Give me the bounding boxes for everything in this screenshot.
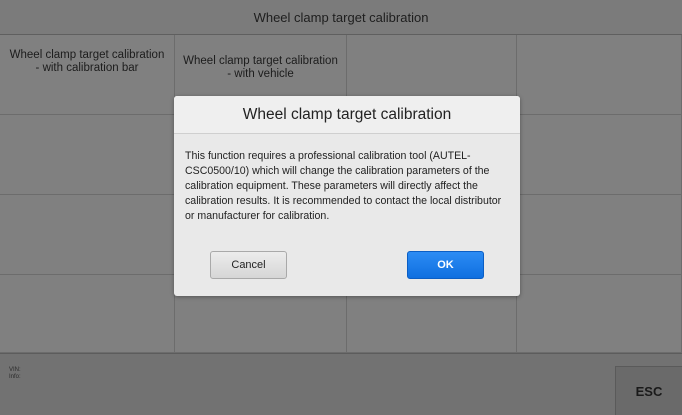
ok-button[interactable]: OK	[407, 251, 484, 279]
cancel-button-label: Cancel	[231, 259, 266, 271]
status-footer: VIN: Info: ESC	[0, 353, 682, 415]
dialog-title: Wheel clamp target calibration	[174, 96, 520, 134]
menu-item-label: Wheel clamp target calibration - with ca…	[9, 49, 165, 74]
screen-title: Wheel clamp target calibration	[253, 9, 429, 25]
esc-button-label: ESC	[635, 383, 663, 399]
screen-title-bar: Wheel clamp target calibration	[0, 0, 682, 35]
menu-cell-empty	[0, 275, 175, 353]
menu-cell-empty	[517, 115, 682, 195]
menu-item-calibration-bar[interactable]: Wheel clamp target calibration - with ca…	[0, 35, 175, 115]
dialog-message: This function requires a professional ca…	[185, 150, 502, 222]
menu-item-label: Wheel clamp target calibration - with ve…	[183, 55, 338, 80]
cancel-button[interactable]: Cancel	[210, 251, 287, 279]
info-label: Info:	[9, 374, 21, 380]
vin-label: VIN:	[9, 367, 21, 373]
menu-cell-empty	[517, 195, 682, 275]
menu-cell-empty	[517, 275, 682, 353]
esc-button[interactable]: ESC	[615, 366, 682, 415]
ok-button-label: OK	[437, 259, 454, 271]
menu-cell-empty	[0, 195, 175, 275]
calibration-dialog: Wheel clamp target calibration This func…	[174, 96, 520, 296]
menu-cell-empty	[517, 35, 682, 115]
menu-cell-empty	[0, 115, 175, 195]
vin-info-block: VIN: Info:	[9, 367, 49, 381]
